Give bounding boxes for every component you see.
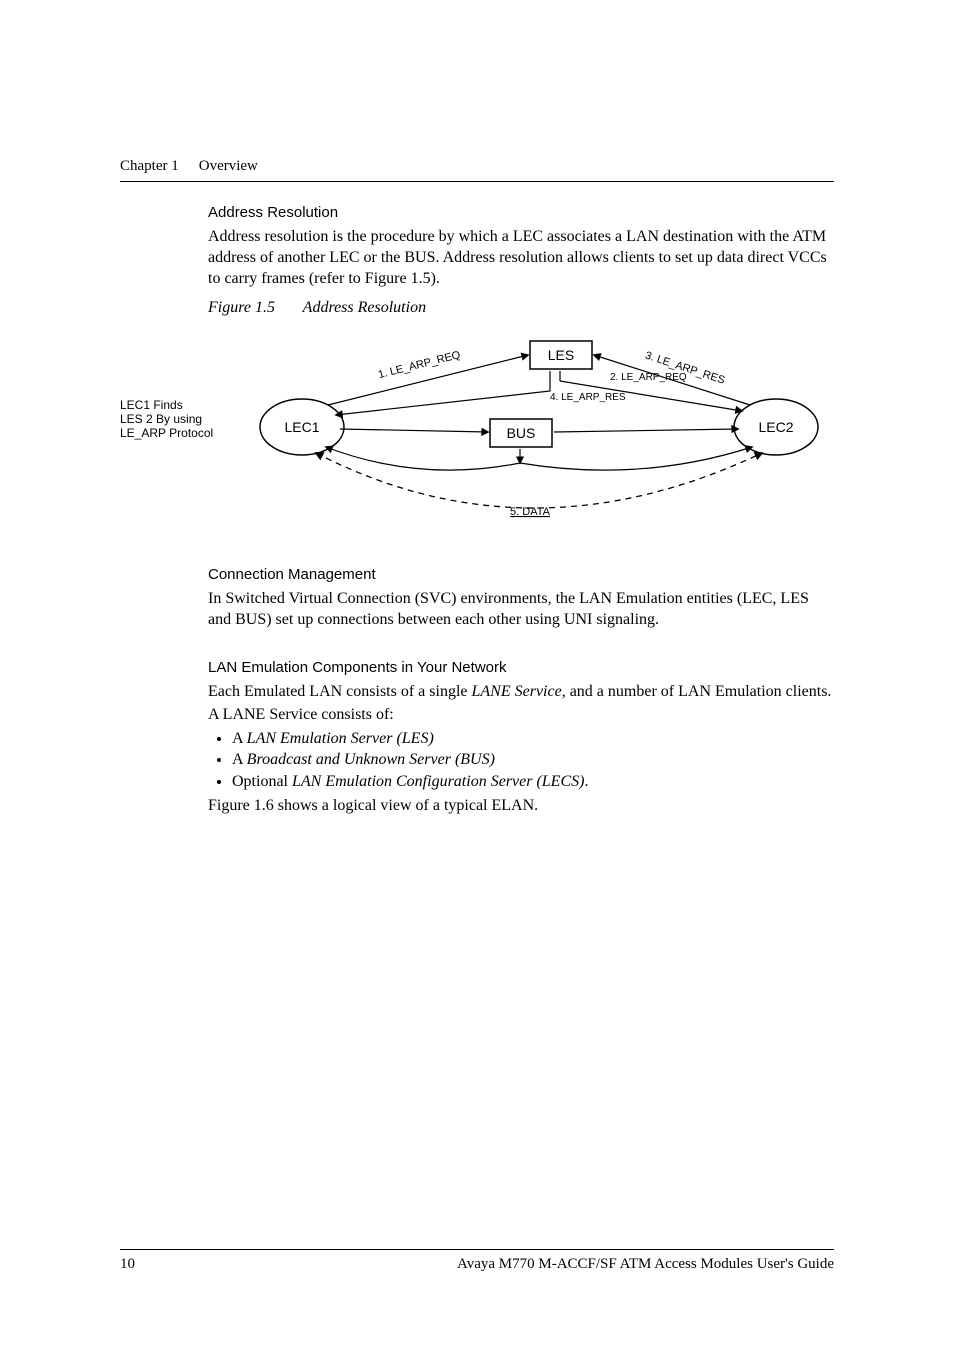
list-item-prefix: Optional (232, 773, 292, 790)
section1-body: Address resolution is the procedure by w… (208, 227, 834, 289)
section2-body: In Switched Virtual Connection (SVC) env… (208, 589, 834, 631)
figure-caption: Figure 1.5 Address Resolution (208, 299, 834, 317)
doc-title: Avaya M770 M-ACCF/SF ATM Access Modules … (457, 1256, 834, 1273)
les-box: LES (548, 347, 574, 363)
page: Chapter 1 Overview Address Resolution Ad… (0, 0, 954, 817)
list-item-prefix: A (232, 730, 247, 747)
step2-label: 2. LE_ARP_REQ (610, 372, 687, 383)
section-heading-connection-management: Connection Management (208, 566, 834, 583)
list-item-suffix: . (584, 773, 588, 790)
section-heading-address-resolution: Address Resolution (208, 204, 834, 221)
section-heading-lan-emulation-components: LAN Emulation Components in Your Network (208, 659, 834, 676)
list-item-italic: Broadcast and Unknown Server (BUS) (247, 751, 495, 768)
section3-body3: Figure 1.6 shows a logical view of a typ… (208, 796, 834, 817)
step4-label: 4. LE_ARP_RES (550, 392, 626, 403)
list-item: A LAN Emulation Server (LES) (232, 728, 834, 750)
side-caption-2: LES 2 By using (120, 412, 202, 426)
lane-service-list: A LAN Emulation Server (LES) A Broadcast… (208, 728, 834, 793)
running-header: Chapter 1 Overview (120, 158, 834, 182)
step1-label: 1. LE_ARP_REQ (377, 349, 462, 381)
side-caption-1: LEC1 Finds (120, 398, 183, 412)
chapter-number: Chapter 1 (120, 158, 179, 175)
lec2-node: LEC2 (758, 419, 793, 435)
figure-diagram: LES BUS LEC1 LEC2 LEC1 Finds LES 2 By us… (120, 333, 834, 538)
section3-body1b: , and a number of LAN Emulation clients. (562, 683, 832, 700)
section3-body1: Each Emulated LAN consists of a single L… (208, 682, 834, 703)
list-item-italic: LAN Emulation Server (LES) (247, 730, 434, 747)
content: Address Resolution Address resolution is… (208, 204, 834, 817)
lec1-node: LEC1 (284, 419, 319, 435)
page-footer: 10 Avaya M770 M-ACCF/SF ATM Access Modul… (120, 1249, 834, 1273)
section3-body1a: Each Emulated LAN consists of a single (208, 683, 472, 700)
side-caption-3: LE_ARP Protocol (120, 426, 213, 440)
figure-title: Address Resolution (303, 299, 426, 316)
section3-body2: A LANE Service consists of: (208, 705, 834, 726)
list-item: Optional LAN Emulation Configuration Ser… (232, 771, 834, 793)
list-item-italic: LAN Emulation Configuration Server (LECS… (292, 773, 584, 790)
figure-label: Figure 1.5 (208, 299, 275, 316)
list-item: A Broadcast and Unknown Server (BUS) (232, 749, 834, 771)
step5-label: 5. DATA (510, 506, 551, 518)
section3-body1-italic: LANE Service (472, 683, 562, 700)
bus-box: BUS (507, 425, 536, 441)
list-item-prefix: A (232, 751, 247, 768)
page-number: 10 (120, 1256, 135, 1273)
chapter-title: Overview (199, 158, 258, 175)
